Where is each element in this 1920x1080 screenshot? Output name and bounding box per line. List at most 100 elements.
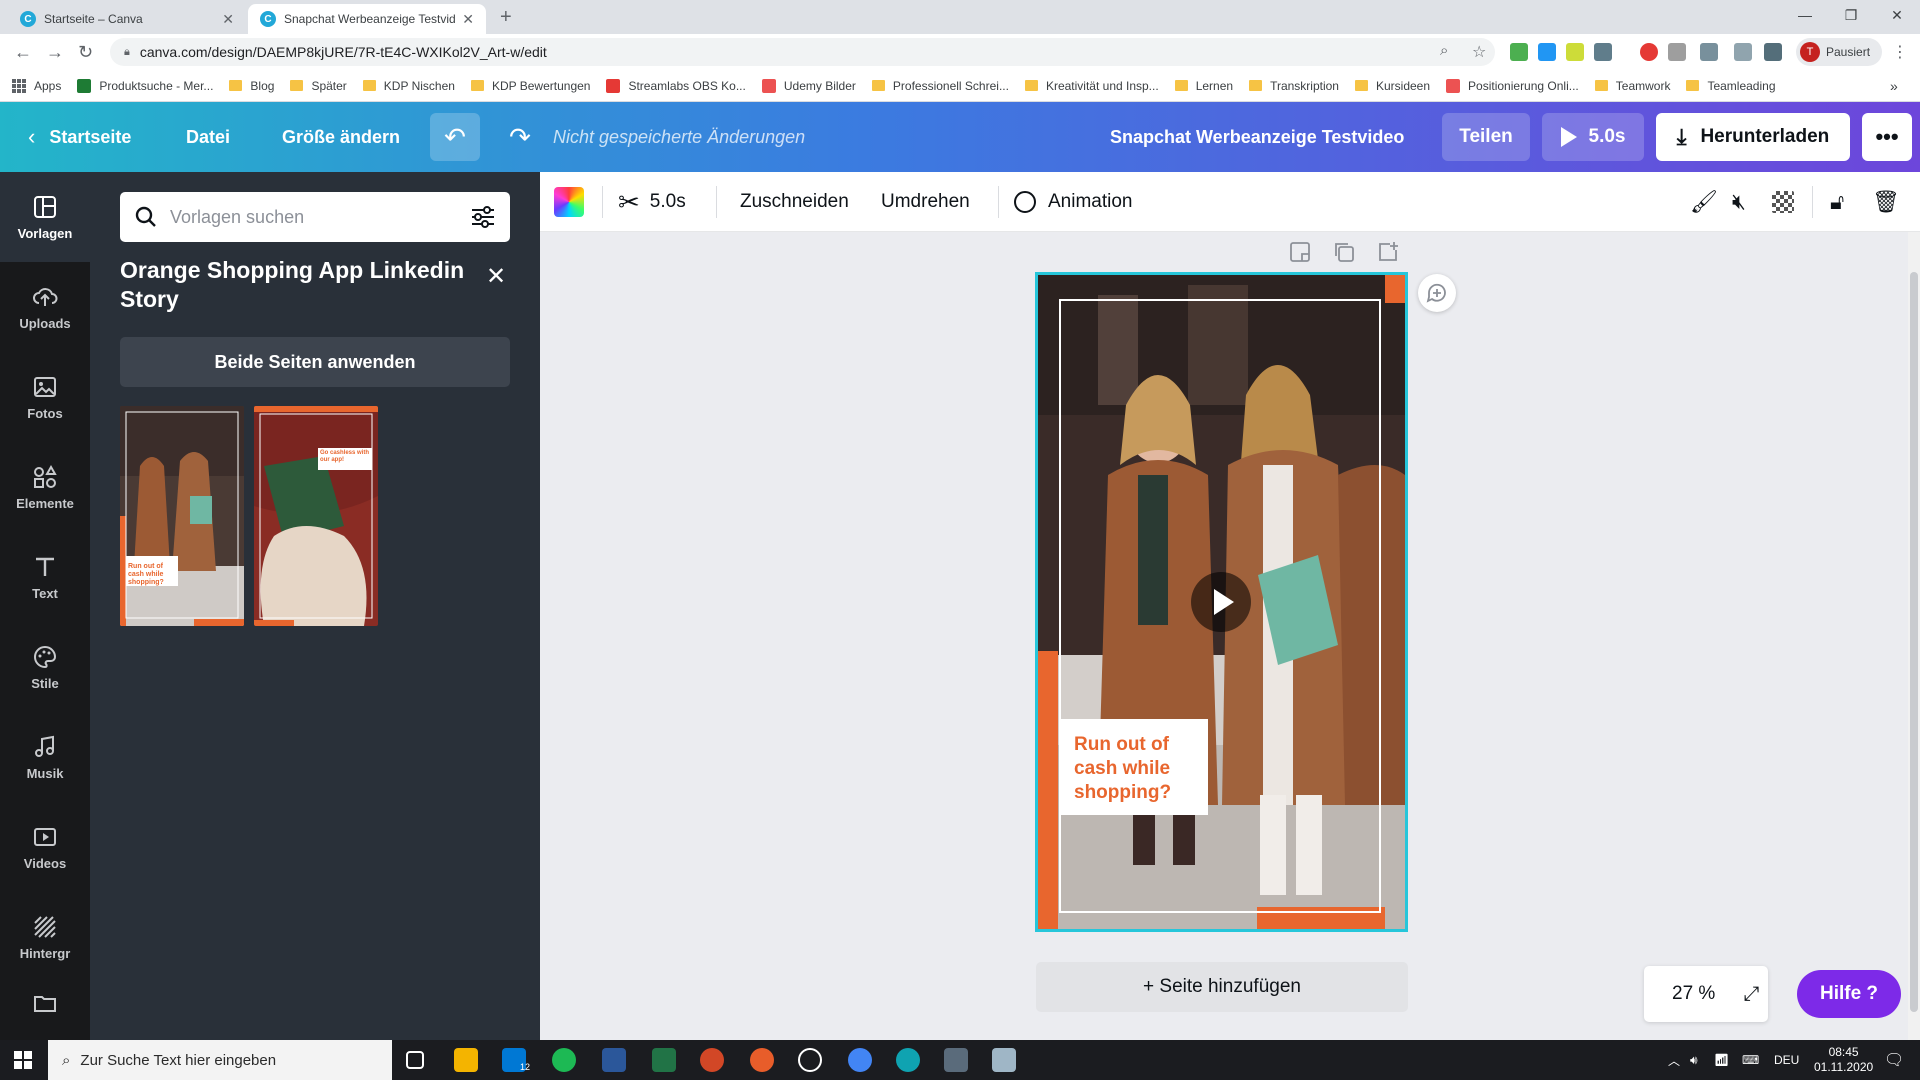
excel-icon[interactable] bbox=[652, 1048, 676, 1072]
forward-arrow-icon[interactable]: → bbox=[46, 42, 64, 63]
bookmark-item[interactable]: Später bbox=[290, 79, 347, 93]
transparency-icon[interactable] bbox=[1772, 172, 1794, 232]
share-button[interactable]: Teilen bbox=[1442, 113, 1530, 161]
apply-both-pages-button[interactable]: Beide Seiten anwenden bbox=[120, 337, 510, 387]
restore-window-icon[interactable]: ❐ bbox=[1828, 0, 1874, 30]
bookmark-item[interactable]: Produktsuche - Mer... bbox=[77, 78, 213, 93]
lock-icon[interactable]: 🔓︎ bbox=[1830, 172, 1844, 232]
word-icon[interactable] bbox=[602, 1048, 626, 1072]
rail-item-videos[interactable]: Videos bbox=[0, 802, 90, 892]
extension-icon[interactable] bbox=[1668, 43, 1686, 61]
bookmark-item[interactable]: Kreativität und Insp... bbox=[1024, 79, 1159, 93]
rail-item-stile[interactable]: Stile bbox=[0, 622, 90, 712]
animation-button[interactable]: Animation bbox=[1014, 172, 1133, 232]
resize-button[interactable]: Größe ändern bbox=[282, 102, 400, 172]
extension-icon[interactable] bbox=[1640, 43, 1658, 61]
mute-icon[interactable]: 🔇︎ bbox=[1732, 172, 1746, 232]
template-search-box[interactable] bbox=[120, 192, 510, 242]
minimize-window-icon[interactable]: — bbox=[1782, 0, 1828, 30]
profile-button[interactable]: T Pausiert bbox=[1796, 38, 1882, 66]
keyboard-icon[interactable]: ⌨ bbox=[1742, 1040, 1759, 1080]
flip-button[interactable]: Umdrehen bbox=[881, 172, 970, 232]
trash-icon[interactable]: 🗑︎ bbox=[1872, 172, 1900, 232]
design-title[interactable]: Snapchat Werbeanzeige Testvideo bbox=[1110, 102, 1404, 172]
bookmark-item[interactable]: Positionierung Onli... bbox=[1446, 78, 1579, 93]
trim-button[interactable]: ✂ 5.0s bbox=[618, 172, 686, 232]
powerpoint-icon[interactable] bbox=[700, 1048, 724, 1072]
zoom-control[interactable]: 27 % ⤢ bbox=[1644, 966, 1768, 1022]
obs-icon[interactable] bbox=[798, 1048, 822, 1072]
windows-start-icon[interactable] bbox=[14, 1051, 32, 1069]
language-indicator[interactable]: DEU bbox=[1774, 1040, 1799, 1080]
bookmark-item[interactable]: Kursideen bbox=[1354, 79, 1430, 93]
add-page-icon[interactable] bbox=[1376, 240, 1400, 264]
browser-tab-snapchat[interactable]: C Snapchat Werbeanzeige Testvide ✕ bbox=[248, 4, 486, 34]
chrome-icon[interactable] bbox=[848, 1048, 872, 1072]
close-tab-icon[interactable]: ✕ bbox=[462, 11, 474, 28]
close-icon[interactable]: ✕ bbox=[486, 262, 506, 291]
bookmark-item[interactable]: Transkription bbox=[1249, 79, 1339, 93]
vertical-scrollbar[interactable] bbox=[1908, 232, 1920, 1040]
bookmark-item[interactable]: KDP Nischen bbox=[362, 79, 455, 93]
zoom-icon[interactable]: ⌕ bbox=[1440, 42, 1448, 59]
design-page[interactable]: Run out of cash while shopping? bbox=[1035, 272, 1408, 932]
download-button[interactable]: ⤓ Herunterladen bbox=[1656, 113, 1850, 161]
rail-item-vorlagen[interactable]: Vorlagen bbox=[0, 172, 90, 262]
home-button[interactable]: ‹ Startseite bbox=[28, 102, 131, 172]
clock[interactable]: 08:45 01.11.2020 bbox=[1814, 1040, 1873, 1080]
app-icon[interactable] bbox=[992, 1048, 1016, 1072]
template-thumbnail-1[interactable] bbox=[120, 406, 244, 626]
rail-item-elemente[interactable]: Elemente bbox=[0, 442, 90, 532]
crop-button[interactable]: Zuschneiden bbox=[740, 172, 849, 232]
extensions-puzzle-icon[interactable] bbox=[1764, 43, 1782, 61]
extension-icon[interactable] bbox=[1594, 43, 1612, 61]
bookmark-apps[interactable]: Apps bbox=[12, 78, 61, 93]
extension-icon[interactable] bbox=[1566, 43, 1584, 61]
file-explorer-icon[interactable] bbox=[454, 1048, 478, 1072]
color-picker-button[interactable] bbox=[554, 187, 584, 217]
rail-item-text[interactable]: Text bbox=[0, 532, 90, 622]
bookmark-item[interactable]: Professionell Schrei... bbox=[871, 79, 1009, 93]
edge-icon[interactable] bbox=[896, 1048, 920, 1072]
bookmark-star-icon[interactable]: ☆ bbox=[1472, 42, 1486, 62]
extension-icon[interactable] bbox=[1700, 43, 1718, 61]
tray-chevron-icon[interactable]: ︿ bbox=[1668, 1040, 1680, 1080]
extension-icon[interactable] bbox=[1538, 43, 1556, 61]
more-bookmarks-icon[interactable]: » bbox=[1890, 78, 1898, 94]
fullscreen-icon[interactable]: ⤢ bbox=[1743, 983, 1759, 1006]
app-icon[interactable] bbox=[750, 1048, 774, 1072]
bookmark-item[interactable]: KDP Bewertungen bbox=[470, 79, 590, 93]
wifi-icon[interactable]: 📶︎ bbox=[1714, 1040, 1729, 1080]
rail-item-uploads[interactable]: Uploads bbox=[0, 262, 90, 352]
bookmark-item[interactable]: Udemy Bilder bbox=[761, 78, 856, 93]
url-field[interactable]: 🔒︎ canva.com/design/DAEMP8kjURE/7R-tE4C-… bbox=[110, 38, 1495, 66]
bookmark-item[interactable]: Lernen bbox=[1174, 79, 1233, 93]
redo-button[interactable]: ↷ bbox=[500, 113, 540, 161]
scrollbar-thumb[interactable] bbox=[1910, 272, 1918, 1012]
browser-menu-icon[interactable]: ⋮ bbox=[1892, 42, 1908, 62]
add-page-button[interactable]: + Seite hinzufügen bbox=[1036, 962, 1408, 1012]
notifications-icon[interactable]: 🗨︎ bbox=[1884, 1040, 1904, 1080]
task-view-icon[interactable] bbox=[406, 1051, 424, 1069]
bookmark-item[interactable]: Blog bbox=[229, 79, 274, 93]
rail-item-folder[interactable] bbox=[0, 982, 90, 1040]
template-search-input[interactable] bbox=[170, 206, 470, 228]
page-notes-icon[interactable] bbox=[1288, 240, 1312, 264]
comment-add-button[interactable] bbox=[1418, 274, 1456, 312]
filter-sliders-icon[interactable] bbox=[470, 205, 496, 229]
app-icon[interactable] bbox=[944, 1048, 968, 1072]
bookmark-item[interactable]: Streamlabs OBS Ko... bbox=[606, 78, 746, 93]
reload-icon[interactable]: ↻ bbox=[78, 42, 93, 63]
paint-format-icon[interactable]: 🖌︎ bbox=[1690, 172, 1718, 232]
volume-icon[interactable]: 🔊︎ bbox=[1690, 1040, 1698, 1080]
rail-item-hintergrund[interactable]: Hintergr bbox=[0, 892, 90, 982]
back-arrow-icon[interactable]: ← bbox=[14, 42, 32, 63]
browser-tab-startseite[interactable]: C Startseite – Canva ✕ bbox=[8, 4, 246, 34]
rail-item-musik[interactable]: Musik bbox=[0, 712, 90, 802]
help-button[interactable]: Hilfe ? bbox=[1797, 970, 1901, 1018]
more-options-button[interactable]: ••• bbox=[1862, 113, 1912, 161]
duplicate-page-icon[interactable] bbox=[1332, 240, 1356, 264]
close-tab-icon[interactable]: ✕ bbox=[222, 11, 234, 28]
rail-item-fotos[interactable]: Fotos bbox=[0, 352, 90, 442]
extension-icon[interactable] bbox=[1510, 43, 1528, 61]
